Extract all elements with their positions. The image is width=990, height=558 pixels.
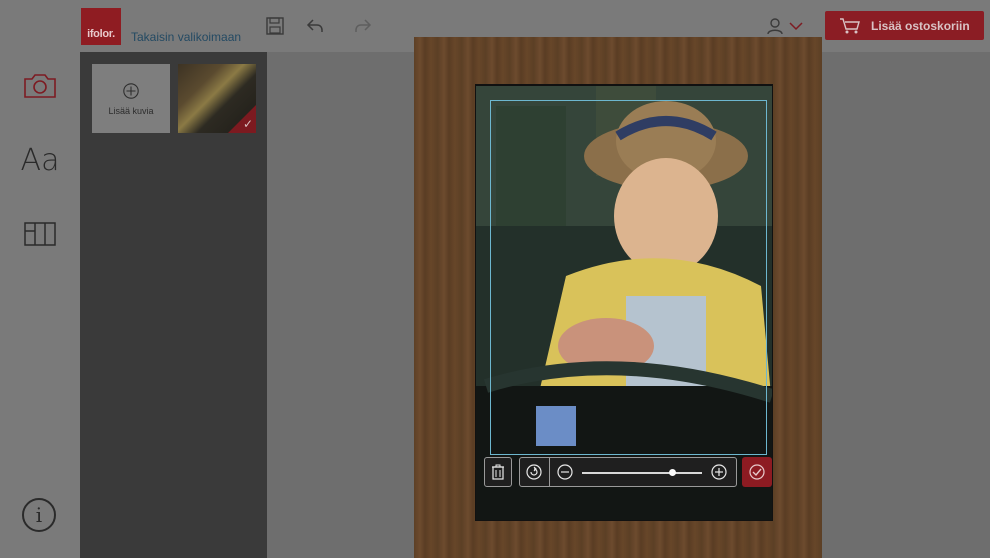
trash-icon <box>492 464 504 480</box>
add-photos-label: Lisää kuvia <box>108 105 154 116</box>
zoom-controls <box>519 457 737 487</box>
zoom-slider-track[interactable] <box>582 472 702 474</box>
ifolor-logo[interactable]: ifolor. <box>81 8 121 45</box>
layout-icon <box>24 222 56 246</box>
zoom-slider-handle[interactable] <box>669 469 676 476</box>
undo-icon[interactable] <box>304 15 326 37</box>
text-tool[interactable]: Aa <box>18 140 62 180</box>
photos-tool[interactable] <box>18 66 62 106</box>
photo-editor-page: ifolor. Takaisin valikoimaan Lisää ostos… <box>0 0 990 558</box>
confirm-crop-button[interactable] <box>742 457 772 487</box>
photo-thumbnail[interactable]: ✓ <box>178 64 256 133</box>
crop-frame[interactable] <box>490 100 767 455</box>
cart-button-label: Lisää ostoskoriin <box>871 18 970 33</box>
info-button[interactable]: i <box>22 498 56 532</box>
zoom-in-button[interactable] <box>710 463 728 481</box>
info-icon: i <box>35 503 43 527</box>
logo-text: ifolor. <box>87 28 115 40</box>
rotate-button[interactable] <box>520 457 548 487</box>
delete-photo-button[interactable] <box>484 457 512 487</box>
image-edit-toolbar <box>484 457 774 489</box>
plus-circle-icon <box>123 82 139 99</box>
camera-icon <box>24 74 56 98</box>
zoom-out-icon <box>557 464 573 480</box>
check-icon: ✓ <box>242 117 253 131</box>
layout-tool[interactable] <box>18 214 62 254</box>
user-icon <box>767 18 783 35</box>
cart-icon <box>840 17 860 33</box>
add-to-cart-button[interactable]: Lisää ostoskoriin <box>825 11 984 40</box>
confirm-check-icon <box>749 464 765 480</box>
zoom-out-button[interactable] <box>556 463 574 481</box>
save-icon[interactable] <box>264 15 286 37</box>
add-photos-button[interactable]: Lisää kuvia <box>92 64 170 133</box>
zoom-in-icon <box>711 464 727 480</box>
left-tool-rail: Aa <box>0 52 80 558</box>
photo-panel: Lisää kuvia ✓ <box>80 52 267 558</box>
user-menu[interactable] <box>765 14 807 38</box>
back-to-catalog-link[interactable]: Takaisin valikoimaan <box>131 30 241 44</box>
redo-icon[interactable] <box>352 15 374 37</box>
chevron-down-icon <box>789 22 803 31</box>
text-icon: Aa <box>20 142 60 178</box>
rotate-icon <box>526 464 542 480</box>
